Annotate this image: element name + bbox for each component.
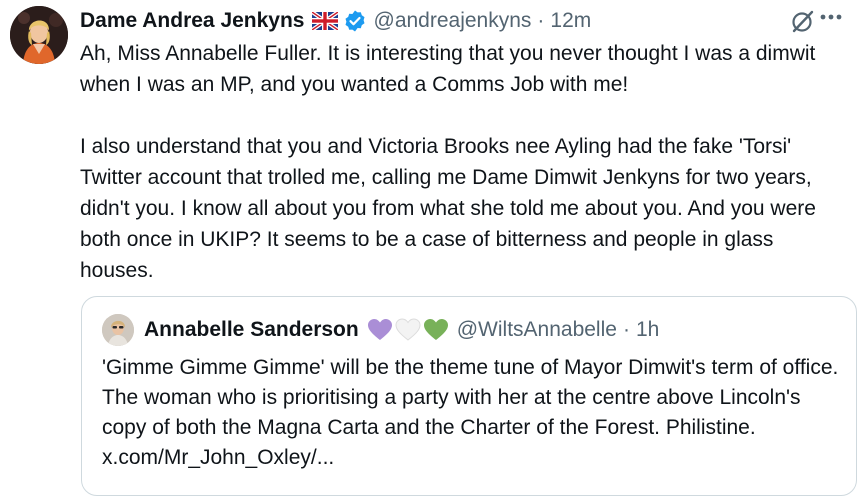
uk-flag-icon bbox=[311, 12, 338, 30]
separator-dot: · bbox=[537, 9, 545, 32]
heart-emojis bbox=[367, 318, 449, 342]
author-avatar[interactable] bbox=[10, 6, 68, 64]
quoted-header: Annabelle Sanderson @WiltsAnnabelle · 1h bbox=[102, 314, 659, 346]
white-heart-icon bbox=[395, 318, 421, 341]
tweet-paragraph: I also understand that you and Victoria … bbox=[80, 135, 816, 282]
tweet-text: Ah, Miss Annabelle Fuller. It is interes… bbox=[80, 38, 850, 286]
quoted-author-name[interactable]: Annabelle Sanderson bbox=[144, 318, 359, 342]
author-name[interactable]: Dame Andrea Jenkyns bbox=[80, 9, 305, 33]
timestamp[interactable]: 12m bbox=[550, 9, 591, 33]
quoted-author-handle[interactable]: @WiltsAnnabelle bbox=[457, 318, 617, 342]
more-options-icon[interactable] bbox=[815, 4, 847, 35]
quoted-timestamp[interactable]: 1h bbox=[636, 318, 659, 342]
grok-icon[interactable] bbox=[790, 8, 816, 39]
author-handle[interactable]: @andreajenkyns bbox=[374, 9, 532, 33]
verified-badge-icon[interactable] bbox=[343, 9, 367, 33]
quoted-text: 'Gimme Gimme Gimme' will be the theme tu… bbox=[102, 356, 839, 469]
green-heart-icon bbox=[423, 319, 448, 340]
tweet-paragraph: Ah, Miss Annabelle Fuller. It is interes… bbox=[80, 42, 816, 96]
quoted-tweet[interactable]: Annabelle Sanderson @WiltsAnnabelle · 1h… bbox=[81, 296, 857, 496]
quoted-avatar[interactable] bbox=[102, 314, 134, 346]
purple-heart-icon bbox=[367, 319, 392, 340]
separator-dot: · bbox=[622, 318, 630, 341]
tweet-header: Dame Andrea Jenkyns @andreajenkyns · 12m bbox=[80, 6, 591, 36]
tweet-card[interactable]: Dame Andrea Jenkyns @andreajenkyns · 12m bbox=[0, 0, 864, 504]
